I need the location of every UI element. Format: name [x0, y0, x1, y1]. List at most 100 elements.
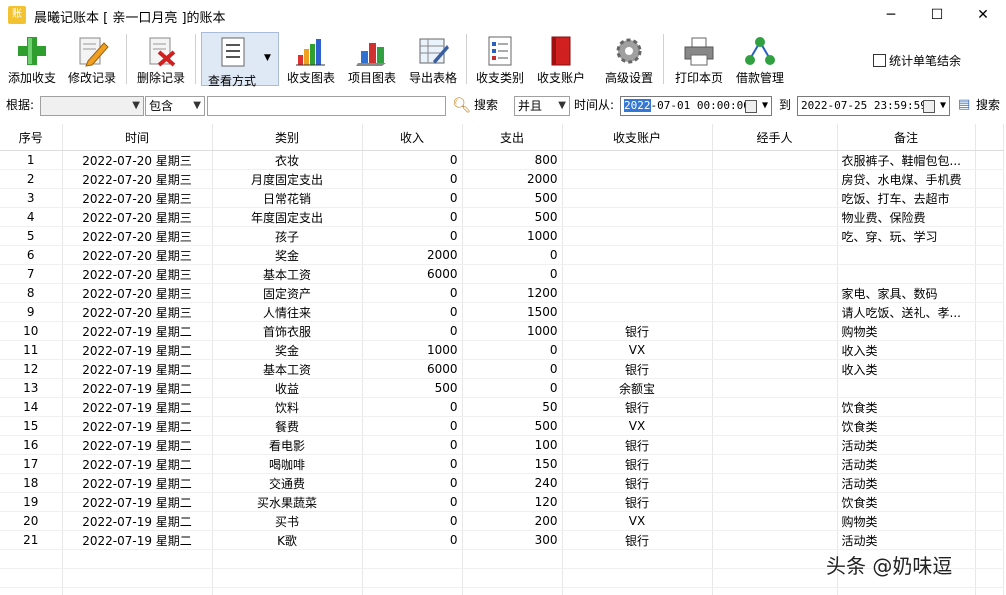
time-from-picker[interactable]: 2022-07-01 00:00:00 ▼ [620, 96, 772, 116]
table-row[interactable]: 20 2022-07-19 星期二 买书 0 200 VX 购物类 [0, 511, 1004, 531]
table-row[interactable]: 15 2022-07-19 星期二 餐费 0 500 VX 饮食类 [0, 416, 1004, 436]
time-from-year: 2022 [624, 99, 651, 112]
table-row[interactable]: 19 2022-07-19 星期二 买水果蔬菜 0 120 银行 饮食类 [0, 492, 1004, 512]
table-row[interactable]: 18 2022-07-19 星期二 交通费 0 240 银行 活动类 [0, 473, 1004, 493]
table-cell: 0 [362, 283, 463, 303]
table-cell: 240 [462, 473, 563, 493]
table-row[interactable]: 17 2022-07-19 星期二 喝咖啡 0 150 银行 活动类 [0, 454, 1004, 474]
add-record-button[interactable]: 添加收支 [4, 32, 60, 86]
export-table-button[interactable]: 导出表格 [405, 32, 461, 86]
table-row[interactable]: 21 2022-07-19 星期二 K歌 0 300 银行 活动类 [0, 530, 1004, 550]
table-cell: 2022-07-19 星期二 [62, 435, 213, 455]
table-cell: 300 [462, 530, 563, 550]
delete-record-button[interactable]: 删除记录 [133, 32, 189, 86]
table-cell: 2022-07-20 星期三 [62, 245, 213, 265]
calendar-icon[interactable] [923, 100, 935, 113]
chevron-down-icon[interactable]: ▼ [940, 97, 946, 115]
table-cell [712, 454, 838, 474]
category-button[interactable]: 收支类别 [472, 32, 528, 86]
advanced-settings-button[interactable]: 高级设置 [601, 32, 657, 86]
search-doc-icon[interactable]: ▤ [958, 96, 972, 116]
table-cell: 0 [362, 397, 463, 417]
search-button[interactable]: 搜索 [474, 96, 498, 116]
table-cell: 1500 [462, 302, 563, 322]
table-cell: 银行 [562, 530, 713, 550]
table-row[interactable]: 11 2022-07-19 星期二 奖金 1000 0 VX 收入类 [0, 340, 1004, 360]
calendar-icon[interactable] [745, 100, 757, 113]
column-header[interactable]: 收入 [362, 124, 463, 151]
search-button-2[interactable]: 搜索 [976, 96, 1000, 116]
export-table-label: 导出表格 [408, 71, 457, 85]
income-expense-chart-button[interactable]: 收支图表 [283, 32, 339, 86]
table-row[interactable]: 16 2022-07-19 星期二 看电影 0 100 银行 活动类 [0, 435, 1004, 455]
table-row[interactable]: 6 2022-07-20 星期三 奖金 2000 0 [0, 245, 1004, 265]
table-row[interactable]: 7 2022-07-20 星期三 基本工资 6000 0 [0, 264, 1004, 284]
table-row[interactable]: 1 2022-07-20 星期三 衣妆 0 800 衣服裤子、鞋帽包包... [0, 150, 1004, 170]
empty-cell [712, 568, 838, 588]
table-cell [712, 302, 838, 322]
table-row[interactable]: 12 2022-07-19 星期二 基本工资 6000 0 银行 收入类 [0, 359, 1004, 379]
column-header[interactable]: 类别 [212, 124, 363, 151]
table-row[interactable]: 2 2022-07-20 星期三 月度固定支出 0 2000 房贷、水电煤、手机费 [0, 169, 1004, 189]
single-settle-checkbox[interactable]: 统计单笔结余 [873, 52, 961, 69]
column-header[interactable]: 备注 [837, 124, 976, 151]
column-header[interactable]: 序号 [0, 124, 63, 151]
table-cell [562, 302, 713, 322]
table-cell: 0 [362, 454, 463, 474]
table-cell: 500 [362, 378, 463, 398]
table-cell: 吃饭、打车、去超市 [837, 188, 976, 208]
table-cell: 19 [0, 492, 63, 512]
table-cell: 饮食类 [837, 397, 976, 417]
table-cell: 0 [462, 264, 563, 284]
table-row[interactable]: 3 2022-07-20 星期三 日常花销 0 500 吃饭、打车、去超市 [0, 188, 1004, 208]
column-header[interactable]: 收支账户 [562, 124, 713, 151]
table-cell: 2022-07-19 星期二 [62, 454, 213, 474]
table-cell: 奖金 [212, 340, 363, 360]
column-header[interactable]: 经手人 [712, 124, 838, 151]
column-header[interactable]: 时间 [62, 124, 213, 151]
chevron-down-icon[interactable]: ▼ [762, 97, 768, 115]
table-cell: 1000 [462, 321, 563, 341]
search-icon[interactable]: 🔍︎ [452, 96, 471, 116]
time-to-picker[interactable]: 2022-07-25 23:59:59 ▼ [797, 96, 950, 116]
add-record-label: 添加收支 [7, 71, 56, 85]
table-cell: VX [562, 511, 713, 531]
table-cell: 2022-07-20 星期三 [62, 188, 213, 208]
table-cell: 16 [0, 435, 63, 455]
project-chart-button[interactable]: 项目图表 [344, 32, 400, 86]
table-row[interactable]: 14 2022-07-19 星期二 饮料 0 50 银行 饮食类 [0, 397, 1004, 417]
toolbar: 添加收支 修改记录 删除记录 查看方式 ▼ 收支图表 项目图表 导出表格 收支类… [0, 30, 1006, 88]
records-table[interactable]: 序号 时间 类别 收入 支出 收支账户 经手人 备注 1 2022-07-20 星期三 衣妆 0 80… [0, 124, 1006, 595]
table-row[interactable]: 9 2022-07-20 星期三 人情往来 0 1500 请人吃饭、送礼、孝... [0, 302, 1004, 322]
toolbar-separator [663, 34, 664, 84]
contains-select[interactable]: 包含 ▼ [145, 96, 205, 116]
loan-management-button[interactable]: 借款管理 [732, 32, 788, 86]
basis-select[interactable]: ▼ [40, 96, 144, 116]
print-page-button[interactable]: 打印本页 [671, 32, 727, 86]
table-row[interactable]: 8 2022-07-20 星期三 固定资产 0 1200 家电、家具、数码 [0, 283, 1004, 303]
view-mode-button[interactable]: 查看方式 ▼ [201, 32, 279, 88]
table-cell: 150 [462, 454, 563, 474]
table-cell-filler [975, 511, 1004, 531]
table-row[interactable]: 13 2022-07-19 星期二 收益 500 0 余额宝 [0, 378, 1004, 398]
edit-record-button[interactable]: 修改记录 [64, 32, 120, 86]
checkbox-icon[interactable] [873, 54, 886, 67]
table-row[interactable]: 10 2022-07-19 星期二 首饰衣服 0 1000 银行 购物类 [0, 321, 1004, 341]
table-cell: 饮料 [212, 397, 363, 417]
title-bar: 账 晨曦记账本 [ 亲一口月亮 ]的账本 ─ ☐ ✕ [0, 0, 1006, 30]
table-row[interactable]: 5 2022-07-20 星期三 孩子 0 1000 吃、穿、玩、学习 [0, 226, 1004, 246]
column-header[interactable]: 支出 [462, 124, 563, 151]
keyword-input[interactable] [207, 96, 446, 116]
table-cell [712, 511, 838, 531]
maximize-button[interactable]: ☐ [914, 0, 960, 30]
table-cell: 2022-07-19 星期二 [62, 397, 213, 417]
printer-icon [684, 37, 714, 66]
dropdown-arrow-icon[interactable]: ▼ [264, 53, 271, 63]
minimize-button[interactable]: ─ [868, 0, 914, 30]
table-body: 1 2022-07-20 星期三 衣妆 0 800 衣服裤子、鞋帽包包... 2 2022-0… [0, 150, 1004, 595]
account-button[interactable]: 收支账户 [533, 32, 589, 86]
empty-row [0, 587, 1004, 595]
and-select[interactable]: 并且 ▼ [514, 96, 570, 116]
close-button[interactable]: ✕ [960, 0, 1006, 30]
table-row[interactable]: 4 2022-07-20 星期三 年度固定支出 0 500 物业费、保险费 [0, 207, 1004, 227]
